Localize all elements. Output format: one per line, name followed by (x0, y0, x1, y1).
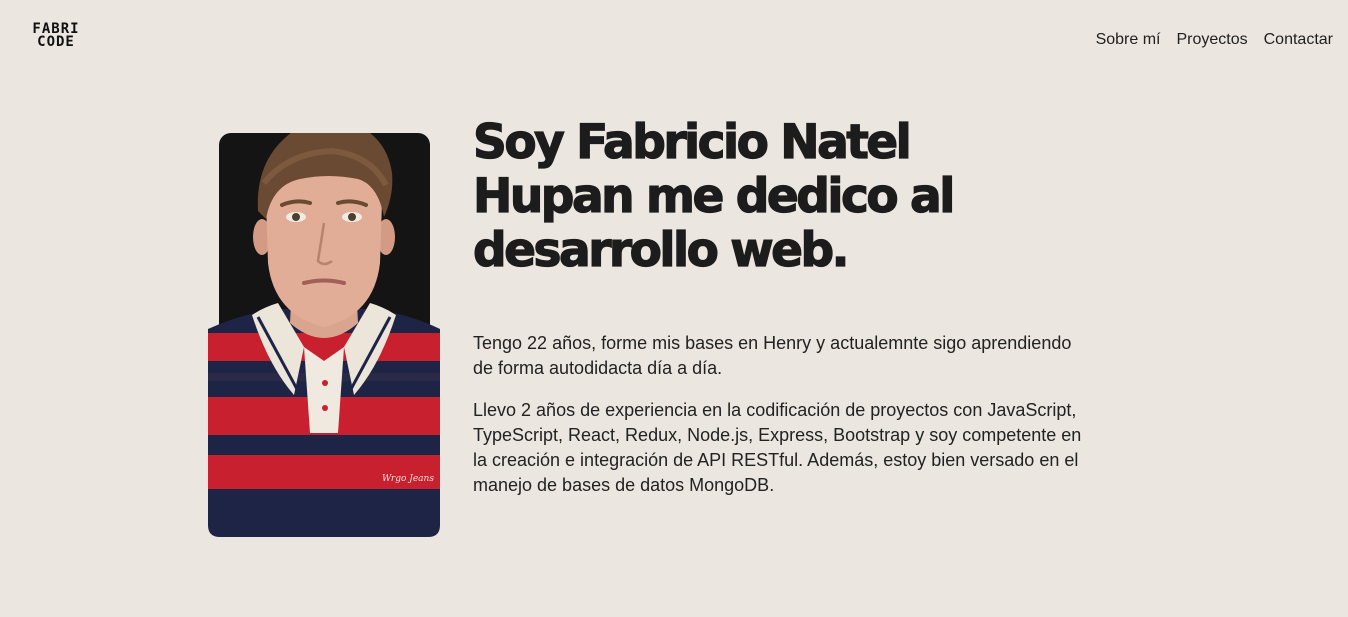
nav-link-about[interactable]: Sobre mí (1096, 31, 1161, 49)
hero-headline: Soy Fabricio Natel Hupan me dedico al de… (472, 115, 1093, 278)
nav-link-projects[interactable]: Proyectos (1176, 31, 1247, 49)
headline-line-1: Soy Fabricio Natel (472, 115, 912, 170)
bio-paragraph-2: Llevo 2 años de experiencia en la codifi… (473, 398, 1163, 498)
bio-paragraph-1: Tengo 22 años, forme mis bases en Henry … (473, 331, 1163, 381)
main-nav: Sobre mí Proyectos Contactar (1096, 31, 1333, 49)
bio-2-line-4: manejo de bases de datos MongoDB. (473, 475, 775, 495)
shirt-brand-text: Wrgo Jeans (382, 474, 434, 484)
bio-2-line-1: Llevo 2 años de experiencia en la codifi… (473, 400, 1077, 420)
profile-photo: Wrgo Jeans (208, 133, 440, 537)
headline-line-2: Hupan me dedico al (472, 169, 956, 224)
bio-1-line-2: de forma autodidacta día a día. (473, 358, 723, 378)
logo-line-2: CODE (37, 34, 75, 50)
headline-line-3: desarrollo web. (472, 223, 850, 278)
nav-link-contact[interactable]: Contactar (1264, 31, 1333, 49)
bio-2-line-2: TypeScript, React, Redux, Node.js, Expre… (473, 425, 1082, 445)
bio-2-line-3: la creación e integración de API RESTful… (473, 450, 1079, 470)
site-logo[interactable]: FABRI CODE (30, 22, 82, 50)
bio-1-line-1: Tengo 22 años, forme mis bases en Henry … (473, 333, 1072, 353)
